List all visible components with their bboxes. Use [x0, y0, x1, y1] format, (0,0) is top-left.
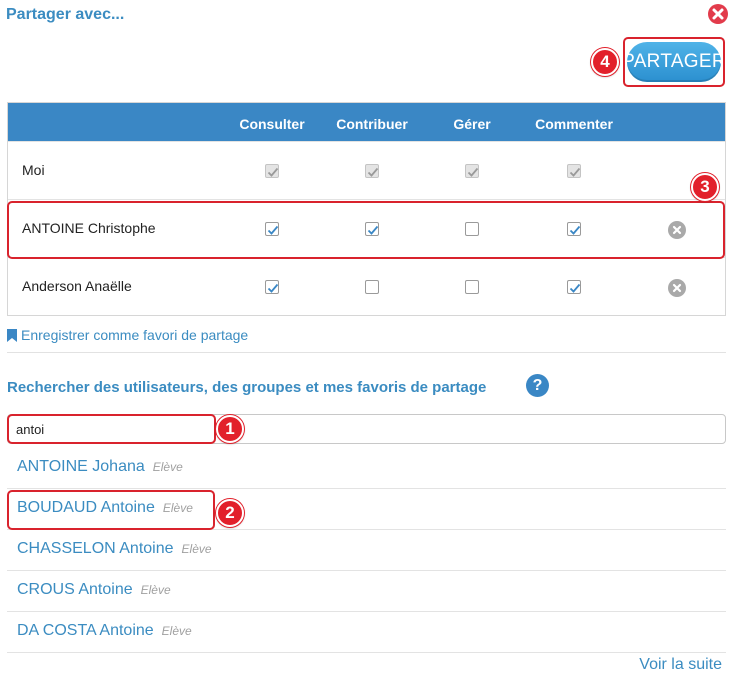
permission-checkbox-consulter — [265, 164, 279, 178]
row-user-name: ANTOINE Christophe — [22, 220, 156, 236]
annotation-badge-4: 4 — [591, 48, 619, 76]
row-user-name: Anderson Anaëlle — [22, 278, 132, 294]
save-favorite-link[interactable]: Enregistrer comme favori de partage — [7, 327, 248, 343]
result-type: Elève — [181, 542, 212, 556]
search-result-item[interactable]: CROUS Antoine Elève — [7, 571, 726, 612]
result-name: ANTOINE Johana — [17, 458, 145, 475]
permissions-row: Anderson Anaëlle — [8, 257, 725, 315]
search-title: Rechercher des utilisateurs, des groupes… — [7, 379, 487, 396]
permission-checkbox-gerer[interactable] — [465, 280, 479, 294]
annotation-badge-1: 1 — [216, 415, 244, 443]
result-type: Elève — [140, 583, 171, 597]
permission-checkbox-contribuer[interactable] — [365, 222, 379, 236]
permissions-row: Moi — [8, 141, 725, 199]
bookmark-icon — [7, 328, 17, 342]
divider — [7, 352, 726, 353]
close-icon[interactable] — [708, 4, 728, 24]
search-result-item[interactable]: DA COSTA Antoine Elève — [7, 612, 726, 653]
column-header-gerer: Gérer — [453, 116, 491, 132]
result-name: BOUDAUD Antoine — [17, 499, 155, 516]
result-name-wrap: CROUS Antoine Elève — [17, 581, 171, 599]
annotation-badge-2: 2 — [216, 499, 244, 527]
see-more-link[interactable]: Voir la suite — [639, 656, 722, 674]
result-type: Elève — [152, 460, 183, 474]
row-user-name: Moi — [22, 162, 45, 178]
search-result-item[interactable]: BOUDAUD Antoine Elève — [7, 489, 726, 530]
column-header-commenter: Commenter — [535, 116, 613, 132]
column-header-consulter: Consulter — [239, 116, 305, 132]
result-name: CHASSELON Antoine — [17, 540, 174, 557]
permission-checkbox-commenter[interactable] — [567, 222, 581, 236]
result-type: Elève — [162, 501, 193, 515]
search-input[interactable] — [7, 414, 726, 444]
result-type: Elève — [161, 624, 192, 638]
result-name: CROUS Antoine — [17, 581, 133, 598]
result-name-wrap: ANTOINE Johana Elève — [17, 458, 183, 476]
permissions-row: ANTOINE Christophe — [8, 199, 725, 257]
permission-checkbox-consulter[interactable] — [265, 222, 279, 236]
remove-user-icon[interactable] — [668, 221, 686, 239]
search-result-item[interactable]: CHASSELON Antoine Elève — [7, 530, 726, 571]
annotation-badge-3: 3 — [691, 173, 719, 201]
permission-checkbox-gerer — [465, 164, 479, 178]
search-result-item[interactable]: ANTOINE Johana Elève — [7, 448, 726, 489]
column-header-contribuer: Contribuer — [336, 116, 408, 132]
permissions-header: Consulter Contribuer Gérer Commenter — [8, 103, 725, 141]
result-name-wrap: DA COSTA Antoine Elève — [17, 622, 192, 640]
save-favorite-label: Enregistrer comme favori de partage — [21, 327, 249, 343]
permission-checkbox-commenter — [567, 164, 581, 178]
dialog-title: Partager avec... — [6, 6, 125, 23]
result-name-wrap: BOUDAUD Antoine Elève — [17, 499, 193, 517]
remove-user-icon[interactable] — [668, 279, 686, 297]
permissions-table: Consulter Contribuer Gérer Commenter Moi… — [7, 102, 726, 316]
permission-checkbox-contribuer[interactable] — [365, 280, 379, 294]
result-name: DA COSTA Antoine — [17, 622, 154, 639]
share-button[interactable]: PARTAGER — [622, 42, 726, 82]
result-name-wrap: CHASSELON Antoine Elève — [17, 540, 212, 558]
help-icon[interactable]: ? — [526, 374, 549, 397]
permission-checkbox-gerer[interactable] — [465, 222, 479, 236]
permission-checkbox-consulter[interactable] — [265, 280, 279, 294]
permission-checkbox-commenter[interactable] — [567, 280, 581, 294]
permission-checkbox-contribuer — [365, 164, 379, 178]
